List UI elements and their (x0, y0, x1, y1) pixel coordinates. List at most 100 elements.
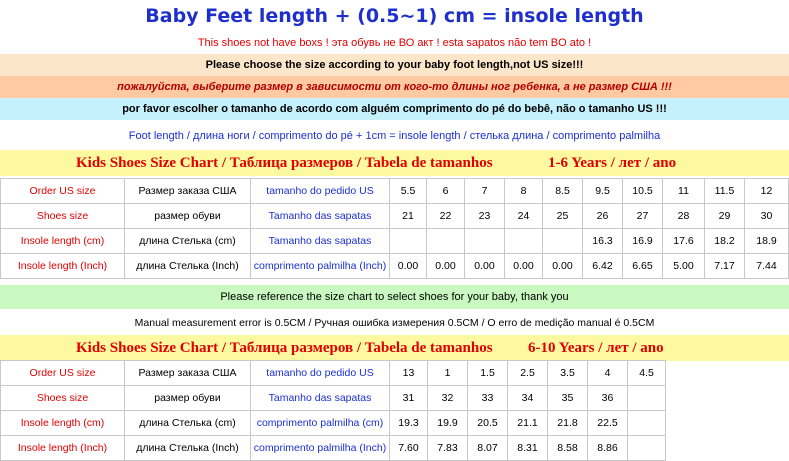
size-value-cell: 5.00 (662, 253, 705, 279)
size-value-cell: 7.60 (389, 435, 428, 461)
row-label-en: Insole length (cm) (0, 228, 125, 254)
table-row: Order US size Размер заказа США tamanho do… (0, 178, 789, 204)
size-value-cell: 13 (389, 360, 428, 386)
table-row: Insole length (cm) длина Стелька (cm) comp… (0, 410, 666, 436)
row-label-ru: размер обуви (124, 385, 251, 411)
size-value-cell: 11 (662, 178, 705, 204)
size-value-cell: 22.5 (587, 410, 628, 436)
size-value-cell: 21.8 (547, 410, 588, 436)
row-label-en: Order US size (0, 178, 125, 204)
row-label-pt: Tamanho das sapatas (250, 228, 390, 254)
table-row: Order US size Размер заказа США tamanho do… (0, 360, 666, 386)
size-value-cell: 9.5 (582, 178, 623, 204)
row-label-pt: comprimento palmilha (cm) (250, 410, 390, 436)
size-value-cell: 3.5 (547, 360, 588, 386)
chart2-age: 6-10 Years / лет / ano (528, 340, 664, 356)
no-box-warning: This shoes not have boxs ! эта обувь не … (197, 37, 592, 49)
measurement-error-note: Manual measurement error is 0.5CM / Ручн… (134, 317, 655, 329)
size-value-cell: 18.2 (704, 228, 745, 254)
size-value-cell (504, 228, 543, 254)
size-value-cell: 8.31 (507, 435, 548, 461)
size-value-cell: 25 (542, 203, 583, 229)
table-row: Insole length (cm) длина Стелька (cm) Tama… (0, 228, 789, 254)
row-label-en: Insole length (Inch) (0, 253, 125, 279)
row-label-en: Shoes size (0, 203, 125, 229)
chart2-heading: Kids Shoes Size Chart / Таблица размеров… (76, 340, 493, 356)
size-value-cell: 8.07 (467, 435, 508, 461)
insole-formula: Foot length / длина ноги / comprimento d… (128, 130, 661, 142)
size-table-6-10-years: Order US size Размер заказа США tamanho do… (0, 360, 666, 461)
size-value-cell: 7 (464, 178, 505, 204)
row-label-ru: длина Стелька (Inch) (124, 253, 251, 279)
size-value-cell (542, 228, 583, 254)
table-row: Insole length (Inch) длина Стелька (Inch)… (0, 253, 789, 279)
row-label-en: Insole length (Inch) (0, 435, 125, 461)
chart2-heading-band: Kids Shoes Size Chart / Таблица размеров… (0, 335, 789, 361)
size-value-cell: 30 (744, 203, 789, 229)
size-value-cell: 33 (467, 385, 508, 411)
row-label-en: Insole length (cm) (0, 410, 125, 436)
size-value-cell: 7.44 (744, 253, 789, 279)
size-value-cell: 6.42 (582, 253, 623, 279)
row-label-ru: длина Стелька (Inch) (124, 435, 251, 461)
size-value-cell: 10.5 (622, 178, 663, 204)
row-label-ru: длина Стелька (cm) (124, 228, 251, 254)
size-value-cell: 6.65 (622, 253, 663, 279)
size-value-cell: 35 (547, 385, 588, 411)
row-label-en: Order US size (0, 360, 125, 386)
row-label-ru: Размер заказа США (124, 360, 251, 386)
size-value-cell: 1 (427, 360, 468, 386)
reference-note: Please reference the size chart to selec… (0, 285, 789, 309)
size-value-cell: 21 (389, 203, 427, 229)
size-value-cell: 0.00 (542, 253, 583, 279)
size-value-cell (627, 435, 666, 461)
size-value-cell: 7.17 (704, 253, 745, 279)
size-value-cell: 0.00 (389, 253, 427, 279)
size-value-cell (389, 228, 427, 254)
size-value-cell (627, 410, 666, 436)
size-value-cell: 34 (507, 385, 548, 411)
size-value-cell: 11.5 (704, 178, 745, 204)
size-value-cell: 31 (389, 385, 428, 411)
size-value-cell: 12 (744, 178, 789, 204)
size-value-cell: 8 (504, 178, 543, 204)
size-value-cell: 4.5 (627, 360, 666, 386)
size-value-cell: 22 (426, 203, 465, 229)
table-row: Shoes size размер обуви Tamanho das sapata… (0, 203, 789, 229)
size-table-1-6-years: Order US size Размер заказа США tamanho do… (0, 178, 789, 279)
size-value-cell: 28 (662, 203, 705, 229)
row-label-pt: comprimento palmilha (Inch) (250, 435, 390, 461)
size-value-cell: 17.6 (662, 228, 705, 254)
size-value-cell: 16.3 (582, 228, 623, 254)
row-label-pt: tamanho do pedido US (250, 360, 390, 386)
size-value-cell: 0.00 (426, 253, 465, 279)
size-value-cell: 16.9 (622, 228, 663, 254)
row-label-pt: tamanho do pedido US (250, 178, 390, 204)
size-value-cell: 1.5 (467, 360, 508, 386)
size-value-cell (426, 228, 465, 254)
size-value-cell: 18.9 (744, 228, 789, 254)
size-value-cell (464, 228, 505, 254)
row-label-pt: Tamanho das sapatas (250, 385, 390, 411)
chart1-heading: Kids Shoes Size Chart / Таблица размеров… (76, 155, 493, 171)
size-value-cell: 0.00 (464, 253, 505, 279)
row-label-ru: Размер заказа США (124, 178, 251, 204)
size-value-cell: 0.00 (504, 253, 543, 279)
notice-english: Please choose the size according to your… (0, 54, 789, 76)
table-row: Shoes size размер обуви Tamanho das sapata… (0, 385, 666, 411)
chart1-age: 1-6 Years / лет / ano (548, 155, 677, 171)
size-value-cell: 6 (426, 178, 465, 204)
row-label-pt: Tamanho das sapatas (250, 203, 390, 229)
row-label-ru: размер обуви (124, 203, 251, 229)
notice-portuguese: por favor escolher o tamanho de acordo c… (0, 98, 789, 120)
size-value-cell: 19.9 (427, 410, 468, 436)
table-row: Insole length (Inch) длина Стелька (Inch)… (0, 435, 666, 461)
size-value-cell: 2.5 (507, 360, 548, 386)
size-value-cell: 19.3 (389, 410, 428, 436)
size-value-cell: 24 (504, 203, 543, 229)
size-value-cell: 23 (464, 203, 505, 229)
row-label-en: Shoes size (0, 385, 125, 411)
size-value-cell: 26 (582, 203, 623, 229)
size-chart-sheet: Baby Feet length + (0.5~1) cm = insole l… (0, 0, 789, 461)
row-label-ru: длина Стелька (cm) (124, 410, 251, 436)
